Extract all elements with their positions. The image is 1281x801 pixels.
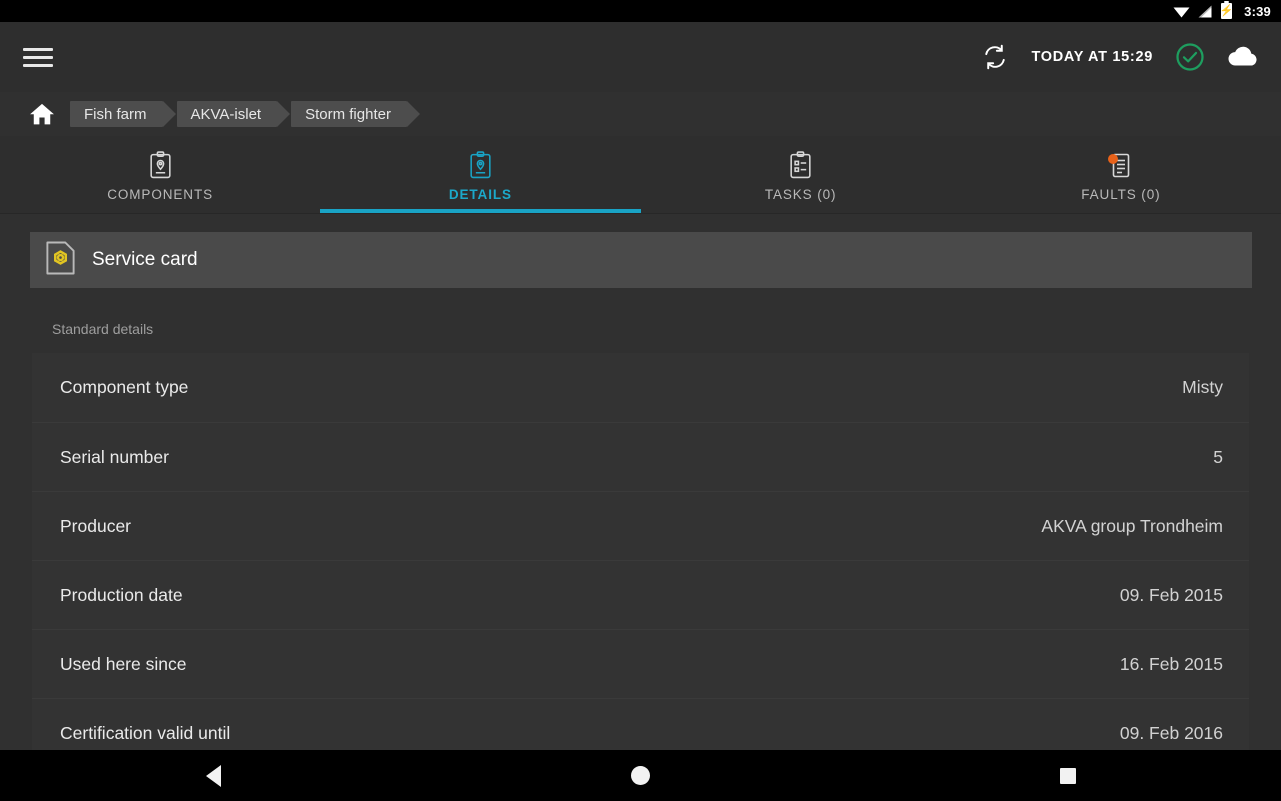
tab-tasks[interactable]: TASKS (0): [641, 136, 961, 213]
detail-row[interactable]: Producer AKVA group Trondheim: [32, 491, 1249, 560]
detail-row[interactable]: Component type Misty: [32, 353, 1249, 422]
tab-label: COMPONENTS: [107, 186, 213, 202]
home-icon[interactable]: [24, 96, 60, 132]
detail-value: 5: [1213, 446, 1223, 467]
status-bar-clock: 3:39: [1244, 3, 1271, 19]
tab-label: FAULTS (0): [1081, 186, 1161, 202]
home-circle-icon[interactable]: [596, 750, 686, 801]
tab-label: DETAILS: [448, 186, 512, 202]
tab-bar: COMPONENTS DETAILS TASKS (0) FAULTS (0): [0, 136, 1281, 214]
detail-value: 09. Feb 2016: [1119, 722, 1223, 743]
breadcrumb-item-1[interactable]: AKVA-islet: [176, 101, 290, 127]
tab-faults[interactable]: FAULTS (0): [961, 136, 1281, 213]
detail-row[interactable]: Certification valid until 09. Feb 2016: [32, 698, 1249, 750]
toolbar-actions: TODAY AT 15:29: [981, 42, 1259, 72]
breadcrumb-item-2[interactable]: Storm fighter: [291, 101, 420, 127]
app-screen: ⚡ 3:39 TODAY AT 15:29 Fish farm AKVA-isl…: [0, 0, 1281, 801]
app-toolbar: TODAY AT 15:29: [0, 22, 1281, 92]
detail-key: Serial number: [60, 446, 169, 467]
cloud-icon[interactable]: [1227, 45, 1259, 69]
details-list: Component type Misty Serial number 5 Pro…: [32, 353, 1249, 750]
android-nav-bar: [0, 750, 1281, 801]
details-content: Service card Standard details Component …: [0, 214, 1281, 750]
detail-value: 09. Feb 2015: [1119, 584, 1223, 605]
back-triangle-icon[interactable]: [169, 750, 259, 801]
tab-underline: [641, 209, 961, 213]
fault-badge-dot: [1107, 153, 1118, 164]
recents-square-icon[interactable]: [1023, 750, 1113, 801]
section-title: Standard details: [52, 321, 154, 337]
detail-value: 16. Feb 2015: [1119, 653, 1223, 674]
tab-underline: [320, 209, 641, 213]
clipboard-pin-icon: [468, 151, 493, 180]
breadcrumb-items: Fish farm AKVA-islet Storm fighter: [70, 101, 421, 127]
detail-row[interactable]: Used here since 16. Feb 2015: [32, 629, 1249, 698]
android-status-bar: ⚡ 3:39: [0, 0, 1281, 22]
sync-status-text: TODAY AT 15:29: [1031, 49, 1153, 65]
detail-value: AKVA group Trondheim: [1041, 515, 1223, 536]
detail-value: Misty: [1182, 377, 1223, 397]
detail-key: Producer: [60, 515, 132, 536]
document-lines-icon: [1107, 152, 1133, 180]
tab-underline: [961, 209, 1281, 213]
signal-icon: [1198, 5, 1213, 18]
detail-key: Production date: [60, 584, 183, 605]
hamburger-menu-icon[interactable]: [20, 39, 56, 75]
tab-label: TASKS (0): [764, 186, 837, 202]
detail-row[interactable]: Production date 09. Feb 2015: [32, 560, 1249, 629]
tab-underline: [0, 209, 320, 213]
detail-key: Component type: [60, 377, 189, 397]
clipboard-pin-icon: [148, 151, 173, 180]
detail-key: Used here since: [60, 653, 187, 674]
breadcrumb-label: AKVA-islet: [190, 105, 262, 123]
status-bar-icons: ⚡ 3:39: [1173, 1, 1271, 19]
breadcrumb-label: Storm fighter: [305, 105, 391, 123]
breadcrumb-label: Fish farm: [84, 105, 147, 123]
battery-charging-icon: ⚡: [1220, 1, 1234, 19]
clipboard-list-icon: [788, 151, 813, 180]
service-card-label: Service card: [92, 249, 198, 270]
detail-key: Certification valid until: [60, 722, 231, 743]
check-circle-icon[interactable]: [1175, 42, 1205, 72]
detail-row[interactable]: Serial number 5: [32, 422, 1249, 491]
breadcrumb: Fish farm AKVA-islet Storm fighter: [0, 92, 1281, 136]
service-card-document-icon: [45, 240, 76, 281]
tab-components[interactable]: COMPONENTS: [0, 136, 320, 213]
sync-refresh-icon[interactable]: [981, 43, 1009, 71]
service-card-row[interactable]: Service card: [30, 232, 1252, 288]
tab-details[interactable]: DETAILS: [320, 136, 641, 213]
wifi-icon: [1173, 5, 1190, 18]
breadcrumb-item-0[interactable]: Fish farm: [70, 101, 175, 127]
